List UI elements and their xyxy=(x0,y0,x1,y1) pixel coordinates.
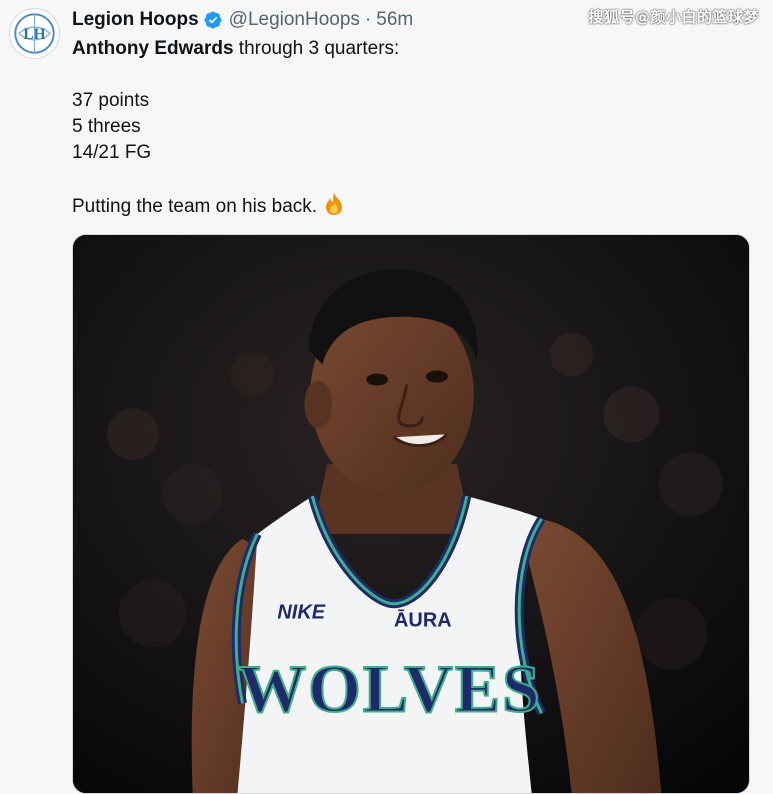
fire-emoji-icon xyxy=(326,193,343,215)
svg-text:LH: LH xyxy=(23,26,45,43)
tweet-timestamp[interactable]: 56m xyxy=(376,8,413,32)
watermark: 搜狐号@颜小白的篮球梦 xyxy=(588,8,759,26)
tweet-text: Anthony Edwards through 3 quarters: 37 p… xyxy=(72,36,752,220)
intro-rest: through 3 quarters: xyxy=(233,38,400,59)
subject-name: Anthony Edwards xyxy=(72,38,234,59)
tweet-closing-line: Putting the team on his back. xyxy=(72,192,752,220)
jersey-brand-text: NIKE xyxy=(277,602,325,624)
author-handle[interactable]: @LegionHoops xyxy=(229,8,360,32)
author-name[interactable]: Legion Hoops xyxy=(72,8,199,32)
avatar[interactable]: LH xyxy=(9,8,60,59)
tweet-photo[interactable]: NIKE ĀURA WOLVES xyxy=(72,234,750,794)
legion-hoops-logo: LH xyxy=(14,13,55,54)
verified-badge-icon[interactable] xyxy=(203,10,223,30)
jersey-team-text: WOLVES xyxy=(238,651,541,726)
stat-line: 5 threes xyxy=(72,116,141,137)
tweet-header: Legion Hoops @LegionHoops · 56m xyxy=(72,8,413,32)
player-photo: NIKE ĀURA WOLVES xyxy=(73,235,749,793)
stat-line: 14/21 FG xyxy=(72,142,152,163)
separator-dot: · xyxy=(364,9,372,30)
tweet-intro-line: Anthony Edwards through 3 quarters: xyxy=(72,36,752,62)
closing-text: Putting the team on his back. xyxy=(72,196,318,217)
jersey-sponsor-text: ĀURA xyxy=(394,610,452,632)
stat-line: 37 points xyxy=(72,90,150,111)
